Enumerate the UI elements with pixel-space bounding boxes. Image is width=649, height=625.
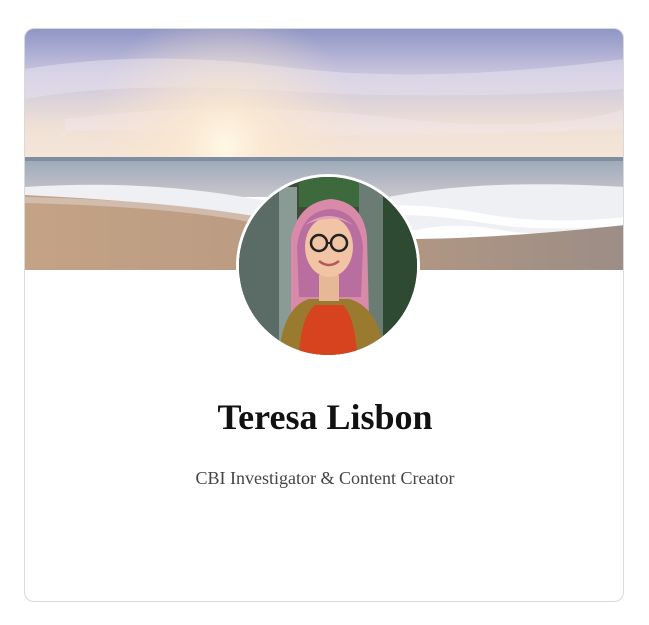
avatar — [236, 174, 420, 358]
profile-card: Teresa Lisbon CBI Investigator & Content… — [24, 28, 624, 602]
profile-title: CBI Investigator & Content Creator — [195, 468, 455, 488]
profile-name: Teresa Lisbon — [217, 397, 433, 437]
